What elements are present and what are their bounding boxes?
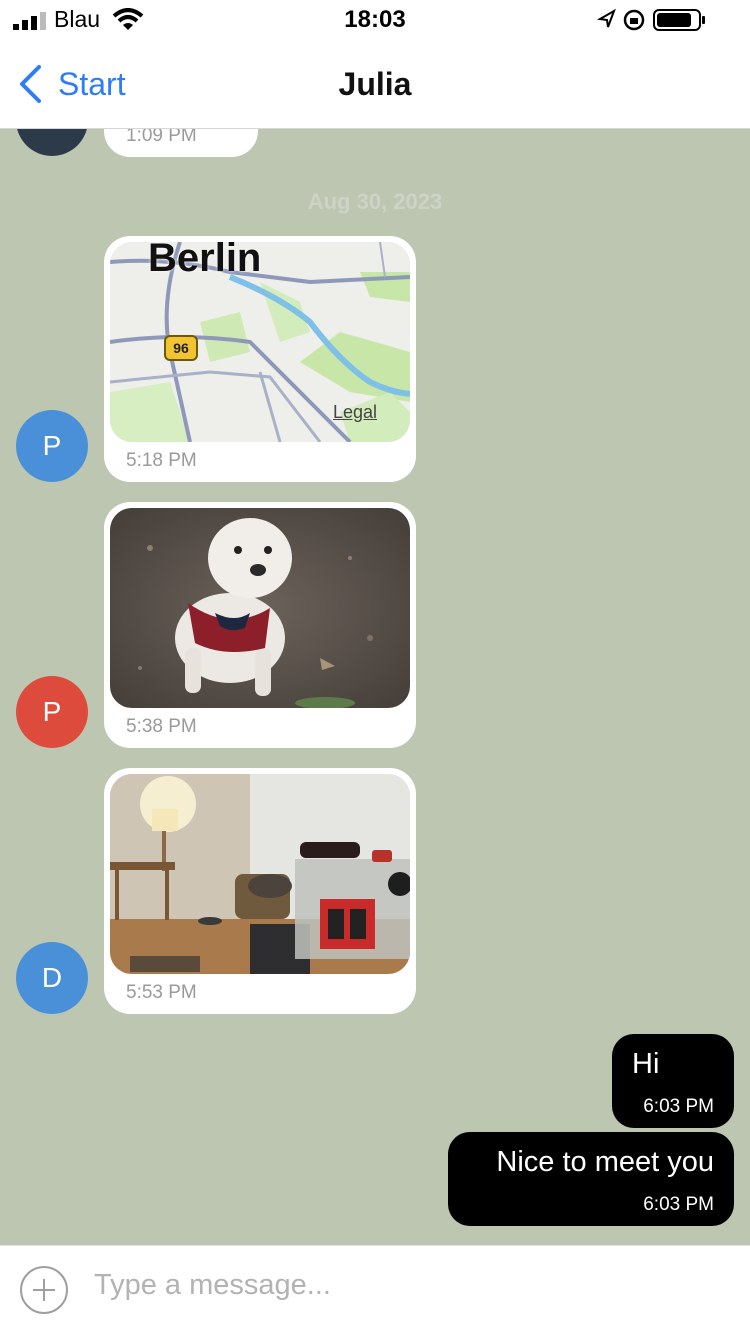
message-composer (0, 1245, 750, 1335)
message-text: Nice to meet you (496, 1146, 714, 1178)
page-title: Julia (338, 66, 412, 102)
avatar-letter: D (41, 962, 63, 993)
status-bar: Blau 18:03 (0, 0, 750, 44)
outgoing-message-bubble[interactable]: Nice to meet you 6:03 PM (448, 1132, 734, 1226)
message-timestamp: 6:03 PM (643, 1194, 714, 1215)
location-arrow-icon (596, 8, 616, 28)
message-text: Hi (632, 1048, 660, 1080)
message-timestamp: 5:38 PM (126, 716, 197, 737)
avatar[interactable] (16, 129, 88, 156)
status-right-icons (596, 8, 705, 31)
message-timestamp: 5:53 PM (126, 982, 197, 1003)
avatar-letter: P (42, 430, 62, 461)
map-legal-link[interactable]: Legal (333, 402, 377, 423)
photo-image (110, 774, 410, 974)
message-bubble-image[interactable]: 5:38 PM (104, 502, 416, 748)
road-badge: 96 (173, 340, 189, 356)
add-attachment-button[interactable] (20, 1266, 68, 1314)
dog-photo[interactable] (110, 508, 410, 708)
message-list[interactable]: 1:09 PM Aug 30, 2023 P Berlin 96 Legal 5… (0, 129, 750, 1245)
navigation-bar: Start Julia (0, 44, 750, 129)
message-bubble-location[interactable]: Berlin 96 Legal 5:18 PM (104, 236, 416, 482)
message-bubble-image[interactable]: 5:53 PM (104, 768, 416, 1014)
avatar[interactable]: D (16, 942, 88, 1014)
avatar-letter: P (42, 696, 62, 727)
map-preview[interactable]: Berlin 96 Legal (110, 242, 410, 442)
room-photo[interactable] (110, 774, 410, 974)
message-input[interactable] (92, 1264, 716, 1306)
outgoing-message-bubble[interactable]: Hi 6:03 PM (612, 1034, 734, 1128)
message-timestamp: 1:09 PM (126, 129, 197, 146)
date-separator: Aug 30, 2023 (307, 189, 443, 214)
message-timestamp: 6:03 PM (643, 1096, 714, 1117)
avatar[interactable]: P (16, 410, 88, 482)
photo-image (110, 508, 410, 708)
message-timestamp: 5:18 PM (126, 450, 197, 471)
message-bubble[interactable]: 1:09 PM (104, 129, 258, 157)
avatar[interactable]: P (16, 676, 88, 748)
map-city-label: Berlin (148, 242, 262, 280)
